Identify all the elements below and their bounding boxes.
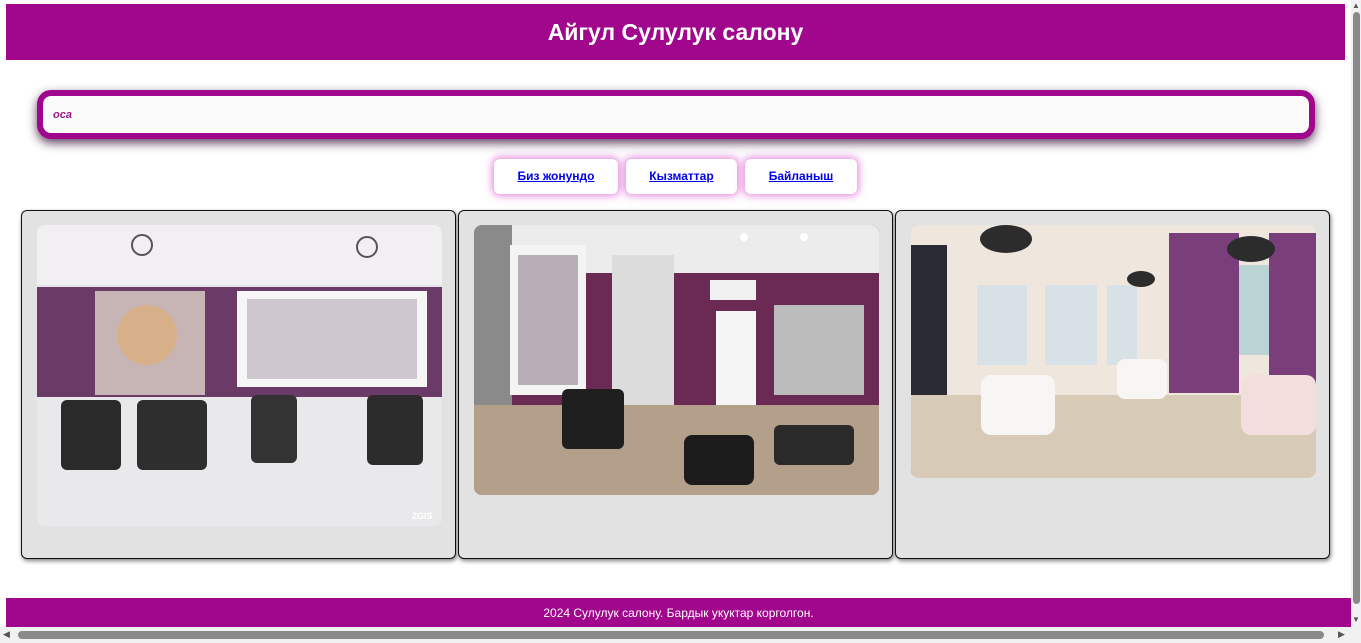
salon-photo: 2GIS (37, 225, 442, 526)
scroll-up-arrow-icon[interactable]: ▲ (1352, 2, 1360, 10)
scroll-left-arrow-icon[interactable]: ◀ (3, 630, 10, 639)
vertical-scrollbar[interactable]: ▲ ▼ (1351, 0, 1361, 643)
copyright-text: 2024 Сулулук салону. Бардык укуктар корг… (543, 605, 814, 620)
nav-link-contacts[interactable]: Байланыш (745, 159, 857, 194)
gallery-card (895, 210, 1330, 559)
horizontal-scroll-thumb[interactable] (18, 631, 1324, 639)
main-nav: Биз жонундо Кызматтар Байланыш (0, 159, 1351, 194)
banner-text: оса (53, 108, 72, 121)
vertical-scroll-thumb[interactable] (1353, 12, 1360, 604)
gallery-card: 2GIS (21, 210, 456, 559)
scroll-right-arrow-icon[interactable]: ▶ (1338, 630, 1345, 639)
site-title: Айгул Сулулук салону (547, 18, 804, 45)
salon-photo (474, 225, 879, 495)
nav-link-about[interactable]: Биз жонундо (494, 159, 618, 194)
scrolling-banner: оса (37, 90, 1315, 139)
salon-photo (911, 225, 1316, 478)
gallery: 2GIS (21, 210, 1330, 559)
nav-link-services[interactable]: Кызматтар (626, 159, 737, 194)
gallery-card (458, 210, 893, 559)
site-footer: 2024 Сулулук салону. Бардык укуктар корг… (6, 598, 1351, 627)
site-header: Айгул Сулулук салону (6, 4, 1345, 60)
scroll-down-arrow-icon[interactable]: ▼ (1352, 616, 1360, 624)
horizontal-scrollbar[interactable]: ◀ ▶ (0, 627, 1351, 643)
page: Айгул Сулулук салону оса Биз жонундо Кыз… (0, 0, 1361, 643)
photo-watermark: 2GIS (412, 511, 433, 521)
